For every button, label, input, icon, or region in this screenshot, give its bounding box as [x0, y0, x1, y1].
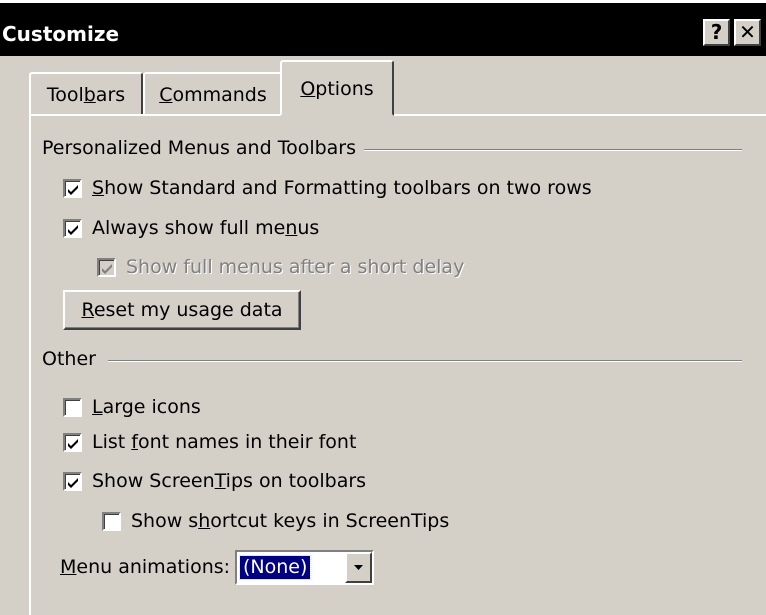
- checkmark-icon: [68, 184, 78, 195]
- checkbox-box[interactable]: [102, 511, 121, 531]
- menu-animations-label: Menu animations:: [60, 556, 231, 578]
- checkbox-font-names[interactable]: List font names in their font: [63, 431, 356, 453]
- group-divider: [108, 360, 742, 362]
- tab-commands-label: Commands: [159, 84, 267, 106]
- tab-toolbars[interactable]: Toolbars: [29, 72, 143, 116]
- group-heading-other: Other: [42, 348, 104, 370]
- tab-commands[interactable]: Commands: [143, 72, 283, 116]
- checkbox-label: Large icons: [92, 396, 201, 418]
- checkbox-box[interactable]: [63, 432, 82, 452]
- checkmark-icon: [68, 477, 78, 488]
- checkbox-box[interactable]: [97, 257, 116, 277]
- checkbox-full-menus[interactable]: Always show full menus: [63, 217, 319, 239]
- title-bar[interactable]: Customize ? ✕: [0, 0, 766, 56]
- tab-options-label: Options: [300, 78, 374, 100]
- checkmark-icon: [68, 438, 78, 449]
- close-icon: ✕: [739, 20, 756, 44]
- checkbox-box[interactable]: [63, 397, 82, 417]
- checkbox-large-icons[interactable]: Large icons: [63, 396, 201, 418]
- dropdown-button[interactable]: [345, 552, 372, 583]
- checkbox-short-delay[interactable]: Show full menus after a short delay: [97, 256, 464, 278]
- menu-animations-select[interactable]: (None): [235, 550, 374, 585]
- group-divider: [360, 149, 742, 151]
- checkbox-box[interactable]: [63, 471, 82, 491]
- checkbox-label: Show full menus after a short delay: [126, 256, 465, 278]
- menu-animations-value: (None): [238, 555, 312, 580]
- checkbox-box[interactable]: [63, 178, 82, 198]
- checkbox-label: Always show full menus: [92, 217, 320, 239]
- customize-dialog: Customize ? ✕ Toolbars Commands Options …: [0, 0, 766, 615]
- checkmark-icon: [102, 263, 112, 274]
- tab-toolbars-label: Toolbars: [46, 84, 126, 106]
- checkbox-screentips[interactable]: Show ScreenTips on toolbars: [63, 470, 366, 492]
- checkbox-label: Show ScreenTips on toolbars: [92, 470, 367, 492]
- checkbox-label: List font names in their font: [92, 431, 357, 453]
- tab-options[interactable]: Options: [280, 60, 394, 116]
- tab-strip: Toolbars Commands Options: [0, 56, 766, 116]
- checkbox-label: Show Standard and Formatting toolbars on…: [92, 177, 592, 199]
- checkbox-box[interactable]: [63, 218, 82, 238]
- checkbox-two-rows[interactable]: Show Standard and Formatting toolbars on…: [63, 177, 592, 199]
- checkbox-shortcut-keys[interactable]: Show shortcut keys in ScreenTips: [102, 510, 449, 532]
- window-title: Customize: [2, 22, 120, 46]
- reset-usage-label: Reset my usage data: [81, 299, 283, 321]
- chevron-down-icon: [354, 565, 363, 570]
- close-button[interactable]: ✕: [734, 19, 761, 46]
- help-button[interactable]: ?: [703, 19, 730, 46]
- group-heading-personalized: Personalized Menus and Toolbars: [42, 137, 365, 159]
- checkbox-label: Show shortcut keys in ScreenTips: [131, 510, 450, 532]
- checkmark-icon: [68, 224, 78, 235]
- reset-usage-button[interactable]: Reset my usage data: [63, 290, 301, 330]
